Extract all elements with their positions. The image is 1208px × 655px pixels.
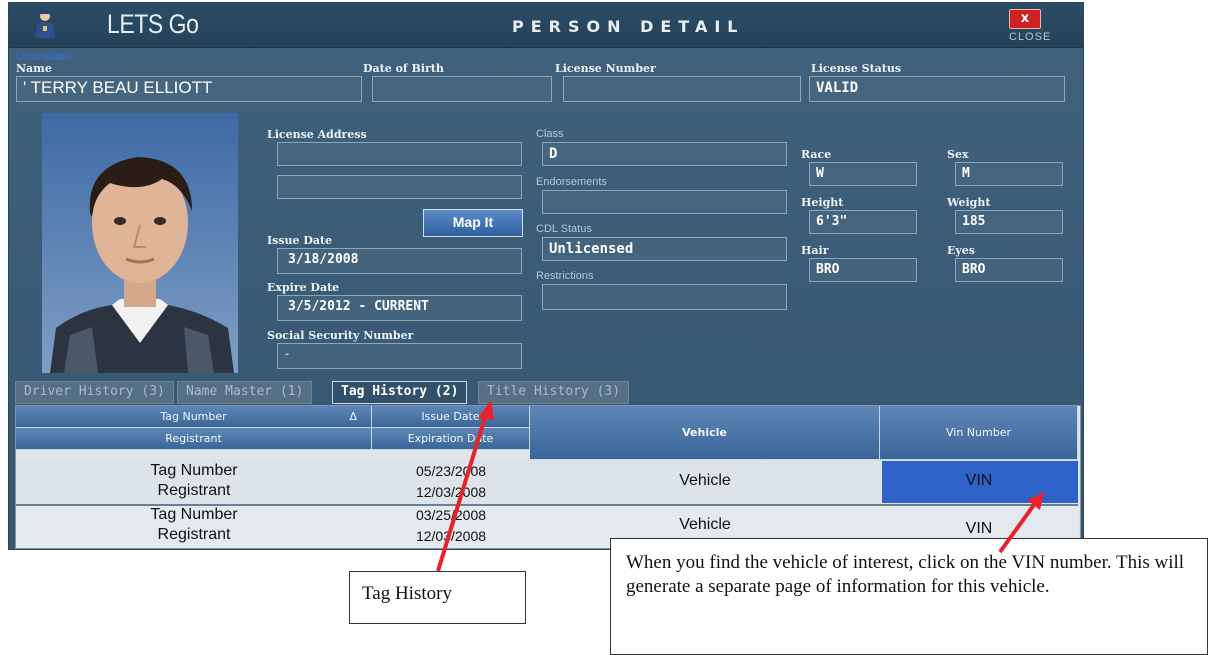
arrow-to-vin-cell [998,492,1044,554]
annotation-arrows [436,400,1044,572]
arrow-to-tag-history-tab [436,400,494,572]
